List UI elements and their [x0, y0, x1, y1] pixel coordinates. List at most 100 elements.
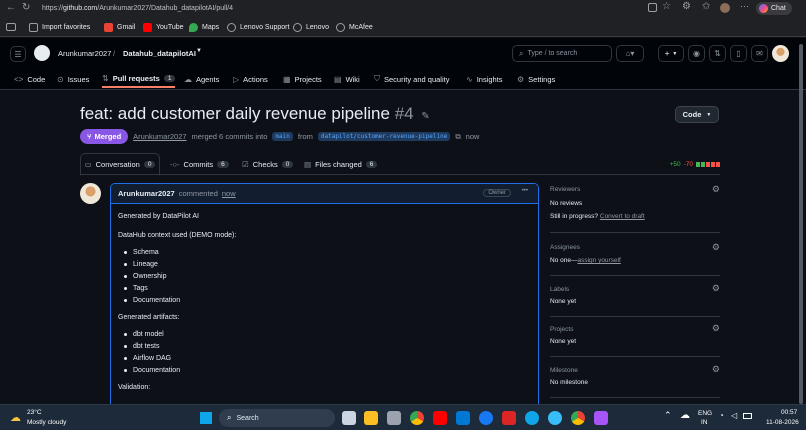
browser-app-icon[interactable]	[387, 411, 401, 425]
tab-issues[interactable]: ⊙ Issues	[57, 70, 89, 88]
office-icon[interactable]	[502, 411, 516, 425]
repo-owner-link[interactable]: Arunkumar2027	[58, 49, 111, 58]
youtube-icon[interactable]	[433, 411, 447, 425]
head-branch[interactable]: datapilot/customer-revenue-pipeline	[317, 132, 451, 141]
comment-time[interactable]: now	[222, 189, 236, 198]
file-explorer-icon[interactable]	[364, 411, 378, 425]
comment-author-avatar[interactable]	[80, 183, 101, 204]
milestone-title[interactable]: Milestone	[550, 367, 578, 374]
bookmark-gmail[interactable]: Gmail	[104, 17, 135, 37]
wifi-icon[interactable]: ◔	[719, 411, 724, 420]
bookmark-maps[interactable]: Maps	[189, 17, 219, 37]
sidebar-toggle-icon[interactable]	[6, 23, 16, 31]
milestone-gear-icon[interactable]: ⚙	[712, 364, 720, 375]
search-input[interactable]: ⌕ Type / to search	[512, 45, 612, 62]
assignees-gear-icon[interactable]: ⚙	[712, 242, 720, 253]
inbox-button[interactable]: ✉	[751, 45, 768, 62]
code-dropdown-button[interactable]: Code ▼	[675, 106, 719, 123]
task-view-icon[interactable]	[342, 411, 356, 425]
github-logo-icon[interactable]	[34, 45, 50, 61]
app-icon[interactable]	[594, 411, 608, 425]
projects-gear-icon[interactable]: ⚙	[712, 323, 720, 334]
projects-title[interactable]: Projects	[550, 326, 573, 333]
copilot-chat-button[interactable]: Chat	[756, 2, 792, 15]
chrome-profile-icon[interactable]	[571, 411, 585, 425]
comment-author[interactable]: Arunkumar2027	[118, 189, 175, 198]
pr-subtabs: ▭ Conversation 0 -○- Commits 6 ☑ Checks 0 ▤ Fil…	[80, 153, 720, 176]
pull-requests-button[interactable]: ⇅	[709, 45, 726, 62]
reviewers-gear-icon[interactable]: ⚙	[712, 184, 720, 195]
file-diff-icon: ▤	[304, 159, 312, 169]
extensions-icon[interactable]: ⚙	[682, 1, 691, 12]
taskbar-search[interactable]: ⌕ Search	[219, 409, 335, 427]
copy-icon[interactable]: ⧉	[455, 132, 460, 142]
clock-date[interactable]: 11-08-2026	[766, 419, 799, 426]
profile-avatar-icon[interactable]	[720, 3, 730, 13]
reviewers-title[interactable]: Reviewers	[550, 186, 580, 193]
labels-title[interactable]: Labels	[550, 286, 569, 293]
repo-name-link[interactable]: Datahub_datapilotAI	[123, 49, 196, 58]
pr-author-link[interactable]: Arunkumar2027	[133, 132, 186, 141]
vscode-icon[interactable]	[456, 411, 470, 425]
show-hidden-icons[interactable]: ⌃	[664, 410, 672, 421]
reload-icon[interactable]: ↻	[22, 2, 30, 13]
bookmark-import-favorites[interactable]: Import favorites	[29, 17, 90, 37]
battery-icon[interactable]	[743, 413, 752, 419]
tab-projects[interactable]: ▦ Projects	[283, 70, 322, 88]
language-in[interactable]: IN	[701, 419, 708, 426]
scrollbar-thumb[interactable]	[799, 44, 803, 404]
subtab-commits[interactable]: -○- Commits 6	[170, 153, 229, 175]
facebook-icon[interactable]	[479, 411, 493, 425]
tab-actions[interactable]: ▷ Actions	[233, 70, 268, 88]
back-icon[interactable]: ←	[6, 2, 16, 13]
copilot-button[interactable]: ⌂▾	[616, 45, 644, 62]
hamburger-menu-button[interactable]: ☰	[10, 46, 26, 62]
menu-dots-icon[interactable]: ⋯	[740, 1, 749, 12]
favorites-icon[interactable]: ✩	[702, 1, 710, 12]
tab-agents[interactable]: ☁ Agents	[184, 70, 219, 88]
tab-settings[interactable]: ⚙ Settings	[517, 70, 555, 88]
clock-time[interactable]: 00:57	[781, 409, 797, 416]
convert-to-draft-link[interactable]: Convert to draft	[600, 213, 645, 220]
onedrive-icon[interactable]: ☁	[680, 410, 690, 421]
create-new-button[interactable]: + ▼	[658, 45, 684, 62]
apps-icon[interactable]	[648, 3, 657, 12]
address-bar[interactable]: https://github.com/Arunkumar2027/Datahub…	[42, 0, 233, 17]
issues-button[interactable]: ◉	[688, 45, 705, 62]
edit-pencil-icon[interactable]: ✎	[421, 111, 429, 122]
messaging-icon[interactable]	[548, 411, 562, 425]
subtab-conversation[interactable]: ▭ Conversation 0	[80, 153, 160, 176]
chrome-icon[interactable]	[410, 411, 424, 425]
subtab-files-changed[interactable]: ▤ Files changed 6	[304, 153, 378, 175]
milestone-value: No milestone	[550, 379, 588, 386]
repositories-button[interactable]: ▯	[730, 45, 747, 62]
page-scrollbar[interactable]	[799, 40, 804, 404]
weather-temp[interactable]: 23°C	[27, 409, 42, 416]
pr-number: #4	[394, 104, 414, 123]
tab-insights[interactable]: ∿ Insights	[466, 70, 503, 88]
bookmark-mcafee[interactable]: McAfee	[336, 17, 373, 37]
edge-icon[interactable]	[525, 411, 539, 425]
tab-security[interactable]: ⛉ Security and quality	[374, 70, 449, 88]
comment-menu-icon[interactable]: •••	[522, 188, 528, 194]
labels-gear-icon[interactable]: ⚙	[712, 283, 720, 294]
user-avatar[interactable]	[772, 45, 789, 62]
subtab-checks[interactable]: ☑ Checks 0	[242, 153, 294, 175]
windows-start-icon[interactable]	[200, 412, 212, 424]
weather-icon[interactable]: ☁	[10, 411, 21, 424]
base-branch[interactable]: main	[272, 132, 293, 141]
tab-code[interactable]: <> Code	[14, 70, 45, 88]
tab-wiki[interactable]: ▤ Wiki	[334, 70, 360, 88]
bookmark-lenovo-support[interactable]: Lenovo Support	[227, 17, 289, 37]
assign-yourself-link[interactable]: assign yourself	[577, 257, 620, 264]
bookmark-youtube[interactable]: YouTube	[143, 17, 184, 37]
favorite-star-icon[interactable]: ☆	[662, 1, 671, 12]
tab-pull-requests[interactable]: ⇅ Pull requests 1	[102, 70, 176, 88]
repo-switch-chevron-icon[interactable]: ▼	[196, 48, 202, 54]
bookmark-lenovo[interactable]: Lenovo	[293, 17, 329, 37]
from-label: from	[297, 132, 313, 141]
language-eng[interactable]: ENG	[698, 410, 712, 417]
volume-icon[interactable]: ◁	[731, 411, 737, 420]
chat-label: Chat	[771, 5, 786, 12]
assignees-title[interactable]: Assignees	[550, 244, 580, 251]
